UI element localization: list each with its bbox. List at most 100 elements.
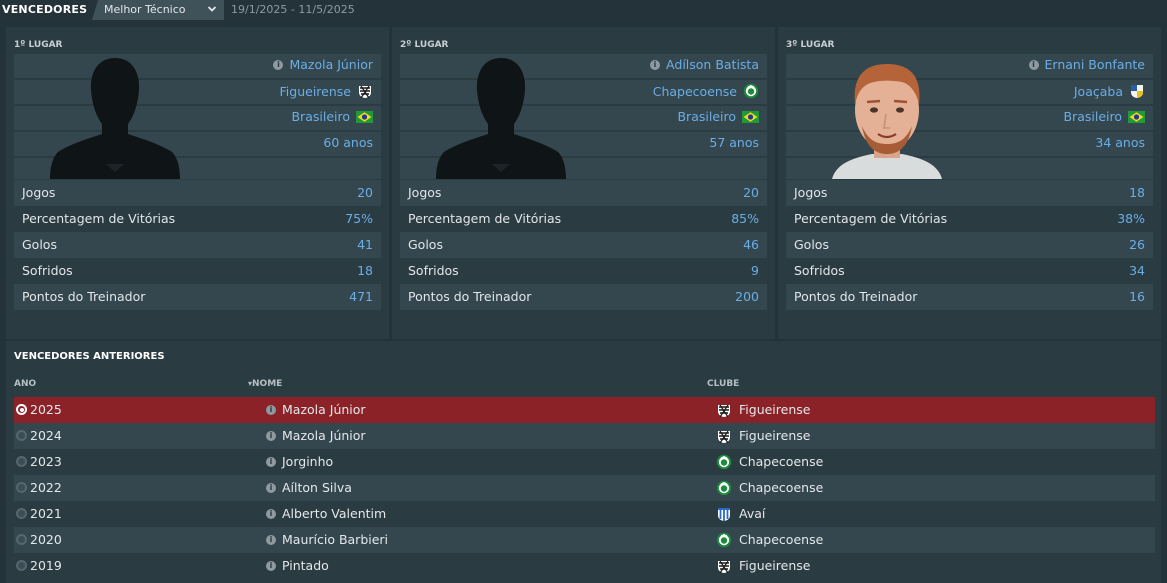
- stat-label: Jogos: [408, 185, 442, 200]
- table-row[interactable]: 2019 i Pintado Figueirense: [14, 553, 1155, 579]
- column-header-name-label: NOME: [252, 379, 283, 389]
- stat-value: 46: [743, 237, 759, 252]
- previous-winners-panel: VENCEDORES ANTERIORES ANO ▾NOME CLUBE 20…: [6, 341, 1161, 583]
- info-icon[interactable]: i: [266, 561, 276, 571]
- name-cell[interactable]: Mazola Júnior: [282, 428, 366, 443]
- info-icon[interactable]: i: [266, 431, 276, 441]
- stat-value: 38%: [1117, 211, 1145, 226]
- brazil-flag-icon: [356, 111, 373, 123]
- stat-row: Pontos do Treinador 16: [786, 284, 1153, 310]
- name-cell[interactable]: Aílton Silva: [282, 480, 352, 495]
- stat-label: Pontos do Treinador: [22, 289, 146, 304]
- info-icon[interactable]: i: [266, 509, 276, 519]
- award-dropdown-label: Melhor Técnico: [104, 3, 186, 16]
- name-cell[interactable]: Pintado: [282, 558, 329, 573]
- stat-label: Golos: [408, 237, 443, 252]
- manager-name-link[interactable]: i Adílson Batista: [650, 57, 759, 72]
- table-row[interactable]: 2022 i Aílton Silva Chapecoense: [14, 475, 1155, 501]
- nationality-link[interactable]: Brasileiro: [677, 109, 759, 124]
- name-cell[interactable]: Mazola Júnior: [282, 402, 366, 417]
- manager-name-link[interactable]: i Ernani Bonfante: [1028, 57, 1146, 72]
- chapecoense-badge-icon: [716, 532, 732, 548]
- info-icon[interactable]: i: [266, 457, 276, 467]
- club-cell[interactable]: Chapecoense: [739, 480, 823, 495]
- info-icon[interactable]: i: [273, 59, 284, 70]
- year-cell: 2020: [30, 532, 62, 547]
- page-title: VENCEDORES: [2, 3, 88, 16]
- stats-list: Jogos 20 Percentagem de Vitórias 75% Golos…: [14, 180, 381, 310]
- nationality: Brasileiro: [1063, 109, 1122, 124]
- podium-card-third: 3º LUGAR i Ernani Bonfante Joaçaba Brasi…: [778, 27, 1161, 339]
- silhouette-portrait: [50, 54, 180, 179]
- table-row[interactable]: 2023 i Jorginho Chapecoense: [14, 449, 1155, 475]
- stat-value: 18: [1129, 185, 1145, 200]
- club-cell[interactable]: Chapecoense: [739, 454, 823, 469]
- row-radio[interactable]: [16, 482, 27, 493]
- stats-list: Jogos 18 Percentagem de Vitórias 38% Golos…: [786, 180, 1153, 310]
- row-radio[interactable]: [16, 560, 27, 571]
- stat-value: 41: [357, 237, 373, 252]
- table-row[interactable]: 2021 i Alberto Valentim Avaí: [14, 501, 1155, 527]
- age: 60 anos: [323, 135, 373, 150]
- stat-row: Pontos do Treinador 471: [14, 284, 381, 310]
- nationality-link[interactable]: Brasileiro: [1063, 109, 1145, 124]
- table-row[interactable]: 2020 i Maurício Barbieri Chapecoense: [14, 527, 1155, 553]
- manager-face-portrait: [832, 64, 942, 179]
- club-link[interactable]: Figueirense: [280, 83, 373, 99]
- stat-row: Sofridos 9: [400, 258, 767, 284]
- row-radio[interactable]: [16, 508, 27, 519]
- manager-name-link[interactable]: i Mazola Júnior: [273, 57, 373, 72]
- stat-row: Jogos 20: [14, 180, 381, 206]
- row-radio[interactable]: [16, 404, 27, 415]
- column-header-name[interactable]: ▾NOME: [248, 379, 282, 389]
- silhouette-portrait: [436, 54, 566, 179]
- figueirense-badge-icon: [716, 402, 732, 418]
- info-icon[interactable]: i: [1028, 59, 1039, 70]
- name-cell[interactable]: Maurício Barbieri: [282, 532, 388, 547]
- year-cell: 2019: [30, 558, 62, 573]
- club-cell[interactable]: Figueirense: [739, 428, 810, 443]
- table-row[interactable]: 2024 i Mazola Júnior Figueirense: [14, 423, 1155, 449]
- info-icon[interactable]: i: [266, 483, 276, 493]
- row-radio[interactable]: [16, 534, 27, 545]
- stat-value: 85%: [731, 211, 759, 226]
- name-cell[interactable]: Jorginho: [282, 454, 333, 469]
- stat-value: 20: [357, 185, 373, 200]
- top-bar: VENCEDORES Melhor Técnico 19/1/2025 - 11…: [0, 0, 1167, 20]
- award-dropdown[interactable]: Melhor Técnico: [92, 0, 224, 20]
- club-link[interactable]: Joaçaba: [1074, 83, 1145, 99]
- stats-list: Jogos 20 Percentagem de Vitórias 85% Golos…: [400, 180, 767, 310]
- podium-card-first: 1º LUGAR i Mazola Júnior Figueirense Bra…: [6, 27, 389, 339]
- nationality: Brasileiro: [291, 109, 350, 124]
- row-radio[interactable]: [16, 430, 27, 441]
- name-cell[interactable]: Alberto Valentim: [282, 506, 386, 521]
- column-header-year[interactable]: ANO: [14, 379, 36, 389]
- club-name: Figueirense: [279, 83, 351, 99]
- stat-row: Sofridos 34: [786, 258, 1153, 284]
- profile-area: i Ernani Bonfante Joaçaba Brasileiro 34 …: [786, 54, 1153, 179]
- club-link[interactable]: Chapecoense: [653, 83, 759, 99]
- year-cell: 2021: [30, 506, 62, 521]
- joacaba-badge-icon: [1129, 83, 1145, 99]
- stat-label: Percentagem de Vitórias: [22, 211, 176, 226]
- column-header-club[interactable]: CLUBE: [707, 379, 739, 389]
- info-icon[interactable]: i: [266, 405, 276, 415]
- place-label: 1º LUGAR: [14, 40, 63, 50]
- club-cell[interactable]: Figueirense: [739, 558, 810, 573]
- figueirense-badge-icon: [716, 428, 732, 444]
- table-row[interactable]: 2025 i Mazola Júnior Figueirense: [14, 397, 1155, 423]
- club-name: Chapecoense: [652, 83, 737, 99]
- row-radio[interactable]: [16, 456, 27, 467]
- stat-row: Golos 41: [14, 232, 381, 258]
- stat-row: Percentagem de Vitórias 38%: [786, 206, 1153, 232]
- club-cell[interactable]: Figueirense: [739, 402, 810, 417]
- club-cell[interactable]: Chapecoense: [739, 532, 823, 547]
- nationality-link[interactable]: Brasileiro: [291, 109, 373, 124]
- avai-badge-icon: [716, 506, 732, 522]
- info-icon[interactable]: i: [266, 535, 276, 545]
- club-cell[interactable]: Avaí: [739, 506, 765, 521]
- stat-row: Jogos 18: [786, 180, 1153, 206]
- profile-area: i Adílson Batista Chapecoense Brasileiro…: [400, 54, 767, 179]
- info-icon[interactable]: i: [650, 59, 661, 70]
- manager-name: Ernani Bonfante: [1044, 57, 1146, 72]
